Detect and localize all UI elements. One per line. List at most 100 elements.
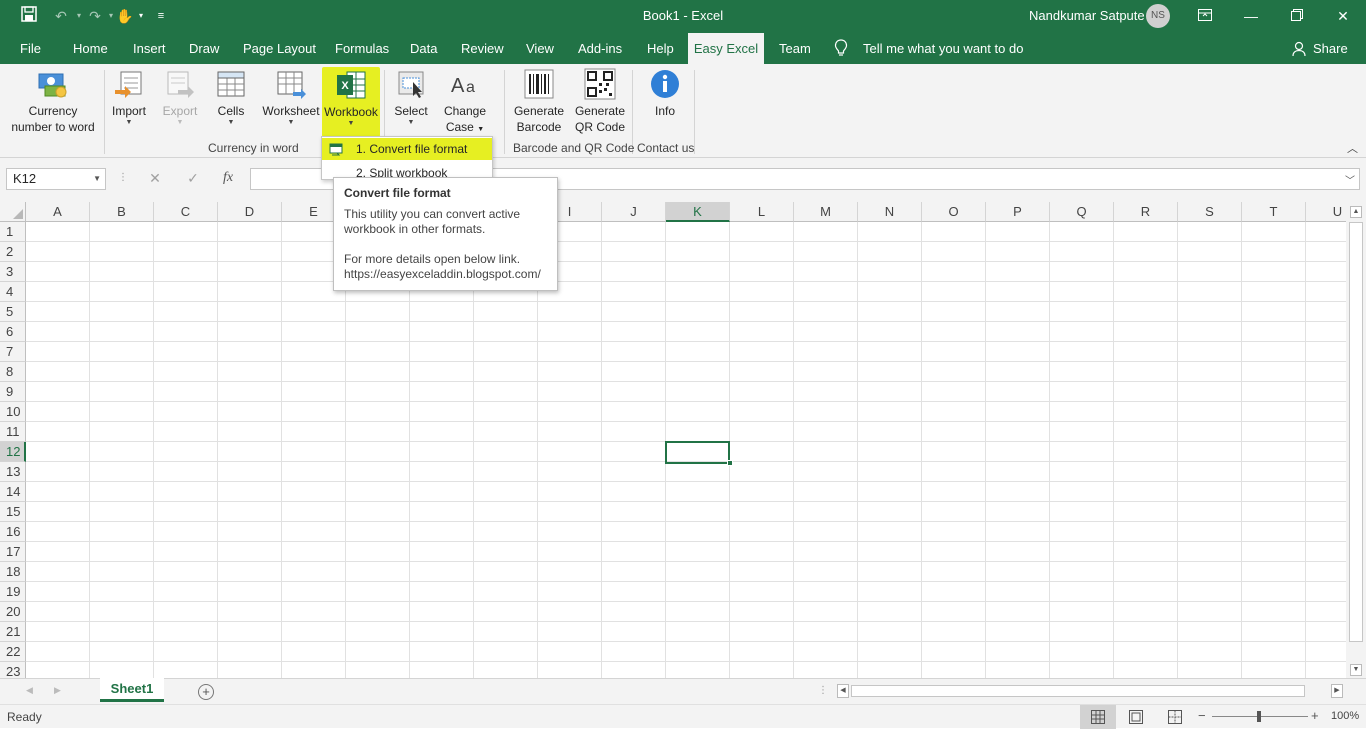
sheet-tab-sheet1[interactable]: Sheet1 xyxy=(100,678,164,702)
tab-data[interactable]: Data xyxy=(402,33,445,64)
tab-page-layout[interactable]: Page Layout xyxy=(235,33,324,64)
scroll-left-icon[interactable]: ◀ xyxy=(837,684,849,698)
generate-barcode-button[interactable]: Generate Barcode xyxy=(510,68,568,135)
name-box[interactable]: K12 ▼ xyxy=(6,168,106,190)
save-icon[interactable] xyxy=(18,6,40,27)
zoom-slider-thumb[interactable] xyxy=(1257,711,1261,722)
column-header[interactable]: T xyxy=(1242,202,1306,222)
worksheet-grid[interactable]: ABCDEFGHIJKLMNOPQRSTU 123456789101112131… xyxy=(0,202,1346,678)
horizontal-scroll-thumb[interactable] xyxy=(851,685,1305,697)
currency-number-to-word-button[interactable]: Currency number to word xyxy=(6,68,100,135)
scroll-down-icon[interactable]: ▼ xyxy=(1350,664,1362,676)
info-button[interactable]: Info xyxy=(640,68,690,119)
column-header[interactable]: N xyxy=(858,202,922,222)
tab-insert[interactable]: Insert xyxy=(125,33,174,64)
next-sheet-icon[interactable]: ▶ xyxy=(54,685,61,696)
vertical-scrollbar[interactable]: ▲ ▼ xyxy=(1346,202,1366,678)
touch-dropdown-icon[interactable]: ▾ xyxy=(130,6,152,26)
scroll-right-icon[interactable]: ▶ xyxy=(1331,684,1343,698)
column-header[interactable]: U xyxy=(1306,202,1346,222)
row-header[interactable]: 3 xyxy=(0,262,26,282)
insert-function-button[interactable]: fx xyxy=(217,170,239,186)
row-header[interactable]: 14 xyxy=(0,482,26,502)
minimize-icon[interactable]: — xyxy=(1236,4,1266,28)
column-header[interactable]: B xyxy=(90,202,154,222)
row-header[interactable]: 15 xyxy=(0,502,26,522)
workbook-button[interactable]: X Workbook ▼ xyxy=(322,67,380,137)
row-header[interactable]: 20 xyxy=(0,602,26,622)
column-header[interactable]: M xyxy=(794,202,858,222)
column-header[interactable]: L xyxy=(730,202,794,222)
column-header[interactable]: A xyxy=(26,202,90,222)
column-header[interactable]: S xyxy=(1178,202,1242,222)
column-header[interactable]: O xyxy=(922,202,986,222)
normal-view-icon[interactable] xyxy=(1080,705,1116,729)
row-header[interactable]: 23 xyxy=(0,662,26,678)
user-name[interactable]: Nandkumar Satpute xyxy=(1029,8,1145,23)
row-header[interactable]: 19 xyxy=(0,582,26,602)
column-header[interactable]: K xyxy=(666,202,730,222)
column-header[interactable]: Q xyxy=(1050,202,1114,222)
active-cell[interactable] xyxy=(665,441,730,464)
select-button[interactable]: Select ▼ xyxy=(390,68,432,127)
tab-formulas[interactable]: Formulas xyxy=(327,33,397,64)
expand-formula-bar-icon[interactable]: ﹀ xyxy=(1345,172,1355,187)
cells-button[interactable]: Cells ▼ xyxy=(210,68,252,127)
chevron-down-icon[interactable]: ▼ xyxy=(93,169,101,189)
row-header[interactable]: 1 xyxy=(0,222,26,242)
tab-view[interactable]: View xyxy=(518,33,562,64)
customize-qat-icon[interactable]: ≡ xyxy=(150,6,172,26)
tab-draw[interactable]: Draw xyxy=(181,33,227,64)
row-header[interactable]: 6 xyxy=(0,322,26,342)
zoom-in-icon[interactable]: + xyxy=(1311,708,1319,723)
row-header[interactable]: 16 xyxy=(0,522,26,542)
page-break-view-icon[interactable] xyxy=(1168,710,1182,727)
export-button[interactable]: Export ▼ xyxy=(159,68,201,127)
tab-review[interactable]: Review xyxy=(453,33,512,64)
ribbon-display-options-icon[interactable] xyxy=(1190,4,1220,28)
cancel-icon[interactable]: ✕ xyxy=(144,170,166,187)
row-header[interactable]: 8 xyxy=(0,362,26,382)
row-header[interactable]: 12 xyxy=(0,442,26,462)
enter-icon[interactable]: ✓ xyxy=(182,170,204,187)
avatar[interactable]: NS xyxy=(1146,4,1170,28)
row-header[interactable]: 13 xyxy=(0,462,26,482)
previous-sheet-icon[interactable]: ◀ xyxy=(26,685,33,696)
tab-help[interactable]: Help xyxy=(639,33,682,64)
collapse-ribbon-icon[interactable]: ︿ xyxy=(1347,140,1358,156)
row-header[interactable]: 17 xyxy=(0,542,26,562)
row-header[interactable]: 7 xyxy=(0,342,26,362)
row-header[interactable]: 2 xyxy=(0,242,26,262)
row-header[interactable]: 22 xyxy=(0,642,26,662)
column-header[interactable]: J xyxy=(602,202,666,222)
row-header[interactable]: 21 xyxy=(0,622,26,642)
generate-qr-code-button[interactable]: Generate QR Code xyxy=(572,68,628,135)
add-sheet-icon[interactable]: + xyxy=(198,684,214,700)
import-button[interactable]: Import ▼ xyxy=(108,68,150,127)
column-header[interactable]: R xyxy=(1114,202,1178,222)
row-header[interactable]: 18 xyxy=(0,562,26,582)
tab-home[interactable]: Home xyxy=(65,33,116,64)
row-header[interactable]: 9 xyxy=(0,382,26,402)
tell-me-search[interactable]: Tell me what you want to do xyxy=(855,33,1031,64)
change-case-button[interactable]: Aa Change Case ▼ xyxy=(440,68,490,138)
worksheet-button[interactable]: Worksheet ▼ xyxy=(260,68,322,127)
row-header[interactable]: 4 xyxy=(0,282,26,302)
tab-team[interactable]: Team xyxy=(771,33,819,64)
page-layout-view-icon[interactable] xyxy=(1129,710,1143,727)
row-header[interactable]: 10 xyxy=(0,402,26,422)
share-button[interactable]: Share xyxy=(1305,33,1356,64)
tab-add-ins[interactable]: Add-ins xyxy=(570,33,630,64)
select-all-corner[interactable] xyxy=(0,202,26,222)
row-header[interactable]: 11 xyxy=(0,422,26,442)
column-header[interactable]: C xyxy=(154,202,218,222)
scroll-up-icon[interactable]: ▲ xyxy=(1350,206,1362,218)
restore-icon[interactable] xyxy=(1282,4,1312,28)
tab-file[interactable]: File xyxy=(12,33,49,64)
tab-easy-excel[interactable]: Easy Excel xyxy=(688,33,764,64)
column-header[interactable]: P xyxy=(986,202,1050,222)
zoom-level[interactable]: 100% xyxy=(1331,710,1359,722)
column-header[interactable]: D xyxy=(218,202,282,222)
scroll-thumb[interactable] xyxy=(1349,222,1363,642)
fill-handle[interactable] xyxy=(727,460,733,466)
